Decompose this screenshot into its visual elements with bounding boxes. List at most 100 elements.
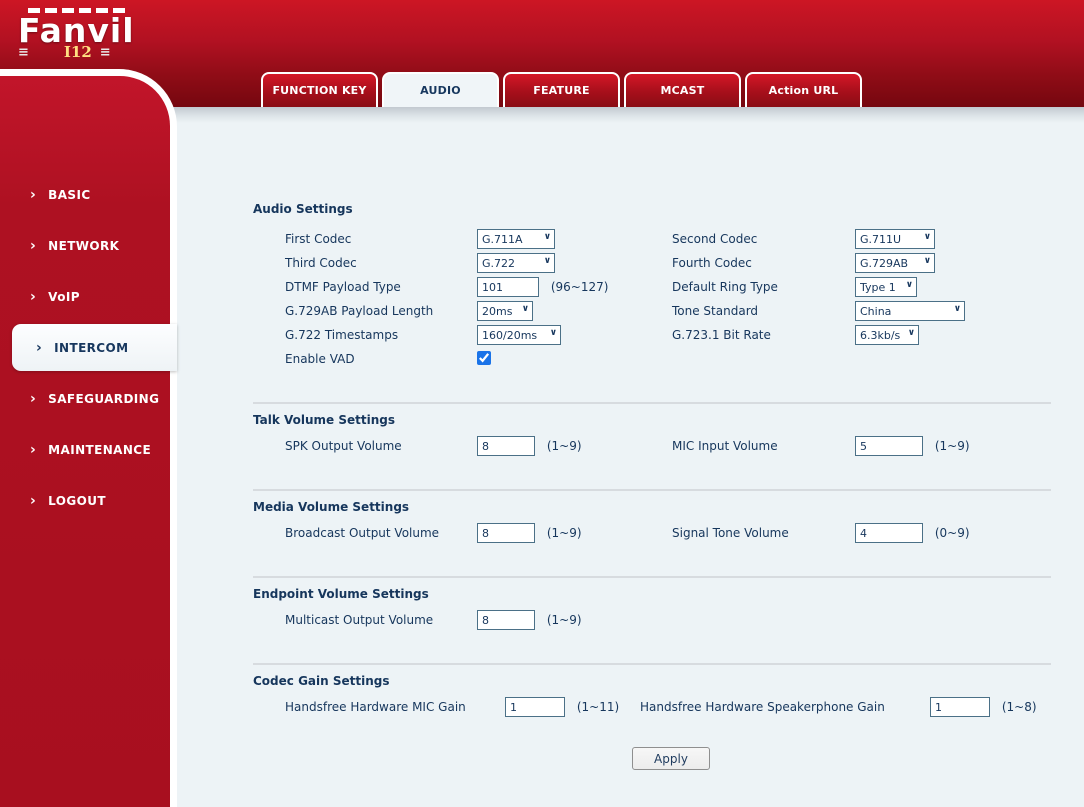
tab-label: FEATURE (533, 84, 590, 97)
sidebar: › BASIC › NETWORK › VoIP › INTERCOM › SA… (0, 69, 177, 807)
multicast-output-range-hint: (1~9) (546, 612, 582, 627)
page: Fanvil ≡ I12 ≡ FUNCTION KEY AUDIO FEATUR… (0, 0, 1084, 807)
form-row: SPK Output Volume (1~9) MIC Input Volume… (285, 434, 1051, 458)
handsfree-mic-gain-range-hint: (1~11) (576, 699, 620, 714)
model-label: I12 (63, 43, 92, 61)
dtmf-payload-type-label: DTMF Payload Type (285, 280, 401, 294)
section-divider (253, 489, 1051, 491)
form-row: Broadcast Output Volume (1~9) Signal Ton… (285, 521, 1051, 545)
tab-feature[interactable]: FEATURE (503, 72, 620, 107)
form-row: First Codec G.711A ∨ Second Codec G.711U ∨ (285, 227, 1051, 251)
tab-bar: FUNCTION KEY AUDIO FEATURE MCAST Action … (261, 72, 862, 107)
sidebar-item-label: MAINTENANCE (48, 442, 152, 457)
tab-function-key[interactable]: FUNCTION KEY (261, 72, 378, 107)
sidebar-item-label: BASIC (48, 187, 91, 202)
sidebar-item-label: INTERCOM (54, 340, 129, 355)
audio-settings-heading: Audio Settings (253, 202, 353, 216)
tab-label: FUNCTION KEY (272, 84, 367, 97)
section-divider (253, 576, 1051, 578)
default-ring-type-select[interactable]: Type 1 (855, 277, 917, 297)
spk-output-range-hint: (1~9) (546, 438, 582, 453)
g729ab-payload-length-select[interactable]: 20ms (477, 301, 533, 321)
chevron-right-icon: › (30, 492, 37, 509)
tone-standard-select[interactable]: China (855, 301, 965, 321)
second-codec-label: Second Codec (672, 232, 758, 246)
sidebar-item-network[interactable]: › NETWORK (0, 220, 177, 271)
section-divider (253, 663, 1051, 665)
form-row: G.729AB Payload Length 20ms ∨ Tone Standa… (285, 299, 1051, 323)
g729ab-payload-length-label: G.729AB Payload Length (285, 304, 434, 318)
codec-gain-heading: Codec Gain Settings (253, 674, 390, 688)
fanvil-logo: Fanvil ≡ I12 ≡ (18, 6, 148, 61)
dtmf-range-hint: (96~127) (550, 279, 609, 294)
chevron-right-icon: › (30, 288, 37, 305)
enable-vad-checkbox[interactable] (477, 350, 491, 365)
third-codec-select[interactable]: G.722 (477, 253, 555, 273)
section-divider (253, 402, 1051, 404)
g7231-bit-rate-label: G.723.1 Bit Rate (672, 328, 771, 342)
tab-action-url[interactable]: Action URL (745, 72, 862, 107)
handsfree-speakerphone-gain-label: Handsfree Hardware Speakerphone Gain (640, 700, 885, 714)
tab-mcast[interactable]: MCAST (624, 72, 741, 107)
default-ring-type-label: Default Ring Type (672, 280, 778, 294)
menu-bars-icon: ≡ (18, 44, 29, 60)
signal-tone-volume-input[interactable] (855, 523, 923, 543)
first-codec-label: First Codec (285, 232, 352, 246)
form-row: G.722 Timestamps 160/20ms ∨ G.723.1 Bit R… (285, 323, 1051, 347)
mic-input-volume-label: MIC Input Volume (672, 439, 778, 453)
g722-timestamps-label: G.722 Timestamps (285, 328, 399, 342)
form-row: Third Codec G.722 ∨ Fourth Codec G.729AB ∨ (285, 251, 1051, 275)
handsfree-mic-gain-label: Handsfree Hardware MIC Gain (285, 700, 466, 714)
sidebar-item-label: SAFEGUARDING (48, 391, 160, 406)
sidebar-item-voip[interactable]: › VoIP (0, 271, 177, 322)
third-codec-label: Third Codec (285, 256, 357, 270)
g722-timestamps-select[interactable]: 160/20ms (477, 325, 561, 345)
mic-input-volume-input[interactable] (855, 436, 923, 456)
handsfree-mic-gain-input[interactable] (505, 697, 565, 717)
audio-settings-page: Audio Settings First Codec G.711A ∨ Secon… (253, 123, 1051, 770)
chevron-right-icon: › (30, 441, 37, 458)
fourth-codec-label: Fourth Codec (672, 256, 752, 270)
chevron-right-icon: › (36, 339, 43, 356)
handsfree-speakerphone-gain-input[interactable] (930, 697, 990, 717)
talk-volume-heading: Talk Volume Settings (253, 413, 396, 427)
tone-standard-label: Tone Standard (672, 304, 759, 318)
sidebar-item-label: VoIP (48, 289, 80, 304)
form-row: DTMF Payload Type (96~127) Default Ring … (285, 275, 1051, 299)
media-volume-heading: Media Volume Settings (253, 500, 410, 514)
sidebar-item-safeguarding[interactable]: › SAFEGUARDING (0, 373, 177, 424)
dtmf-payload-type-input[interactable] (477, 277, 539, 297)
broadcast-output-volume-label: Broadcast Output Volume (285, 526, 440, 540)
mic-input-range-hint: (1~9) (934, 438, 970, 453)
spk-output-volume-input[interactable] (477, 436, 535, 456)
sidebar-item-intercom[interactable]: › INTERCOM (12, 324, 177, 371)
g7231-bit-rate-select[interactable]: 6.3kb/s (855, 325, 919, 345)
sidebar-item-label: LOGOUT (48, 493, 106, 508)
broadcast-output-volume-input[interactable] (477, 523, 535, 543)
fourth-codec-select[interactable]: G.729AB (855, 253, 935, 273)
chevron-right-icon: › (30, 390, 37, 407)
first-codec-select[interactable]: G.711A (477, 229, 555, 249)
chevron-right-icon: › (30, 186, 37, 203)
form-row: Enable VAD (285, 347, 1051, 371)
enable-vad-label: Enable VAD (285, 352, 355, 366)
tab-label: Action URL (768, 84, 839, 97)
tab-audio[interactable]: AUDIO (382, 72, 499, 107)
tab-label: MCAST (660, 84, 705, 97)
apply-button[interactable]: Apply (632, 747, 710, 770)
sidebar-item-label: NETWORK (48, 238, 120, 253)
signal-tone-range-hint: (0~9) (934, 525, 970, 540)
chevron-right-icon: › (30, 237, 37, 254)
sidebar-menu: › BASIC › NETWORK › VoIP › INTERCOM › SA… (0, 169, 177, 526)
form-row: Multicast Output Volume (1~9) (285, 608, 1051, 632)
spk-output-volume-label: SPK Output Volume (285, 439, 402, 453)
sidebar-item-logout[interactable]: › LOGOUT (0, 475, 177, 526)
sidebar-item-basic[interactable]: › BASIC (0, 169, 177, 220)
form-row: Handsfree Hardware MIC Gain (1~11) Hands… (285, 695, 1051, 719)
multicast-output-volume-input[interactable] (477, 610, 535, 630)
apply-button-row: Apply (253, 747, 1051, 770)
sidebar-item-maintenance[interactable]: › MAINTENANCE (0, 424, 177, 475)
broadcast-output-range-hint: (1~9) (546, 525, 582, 540)
second-codec-select[interactable]: G.711U (855, 229, 935, 249)
tab-label: AUDIO (420, 84, 461, 97)
